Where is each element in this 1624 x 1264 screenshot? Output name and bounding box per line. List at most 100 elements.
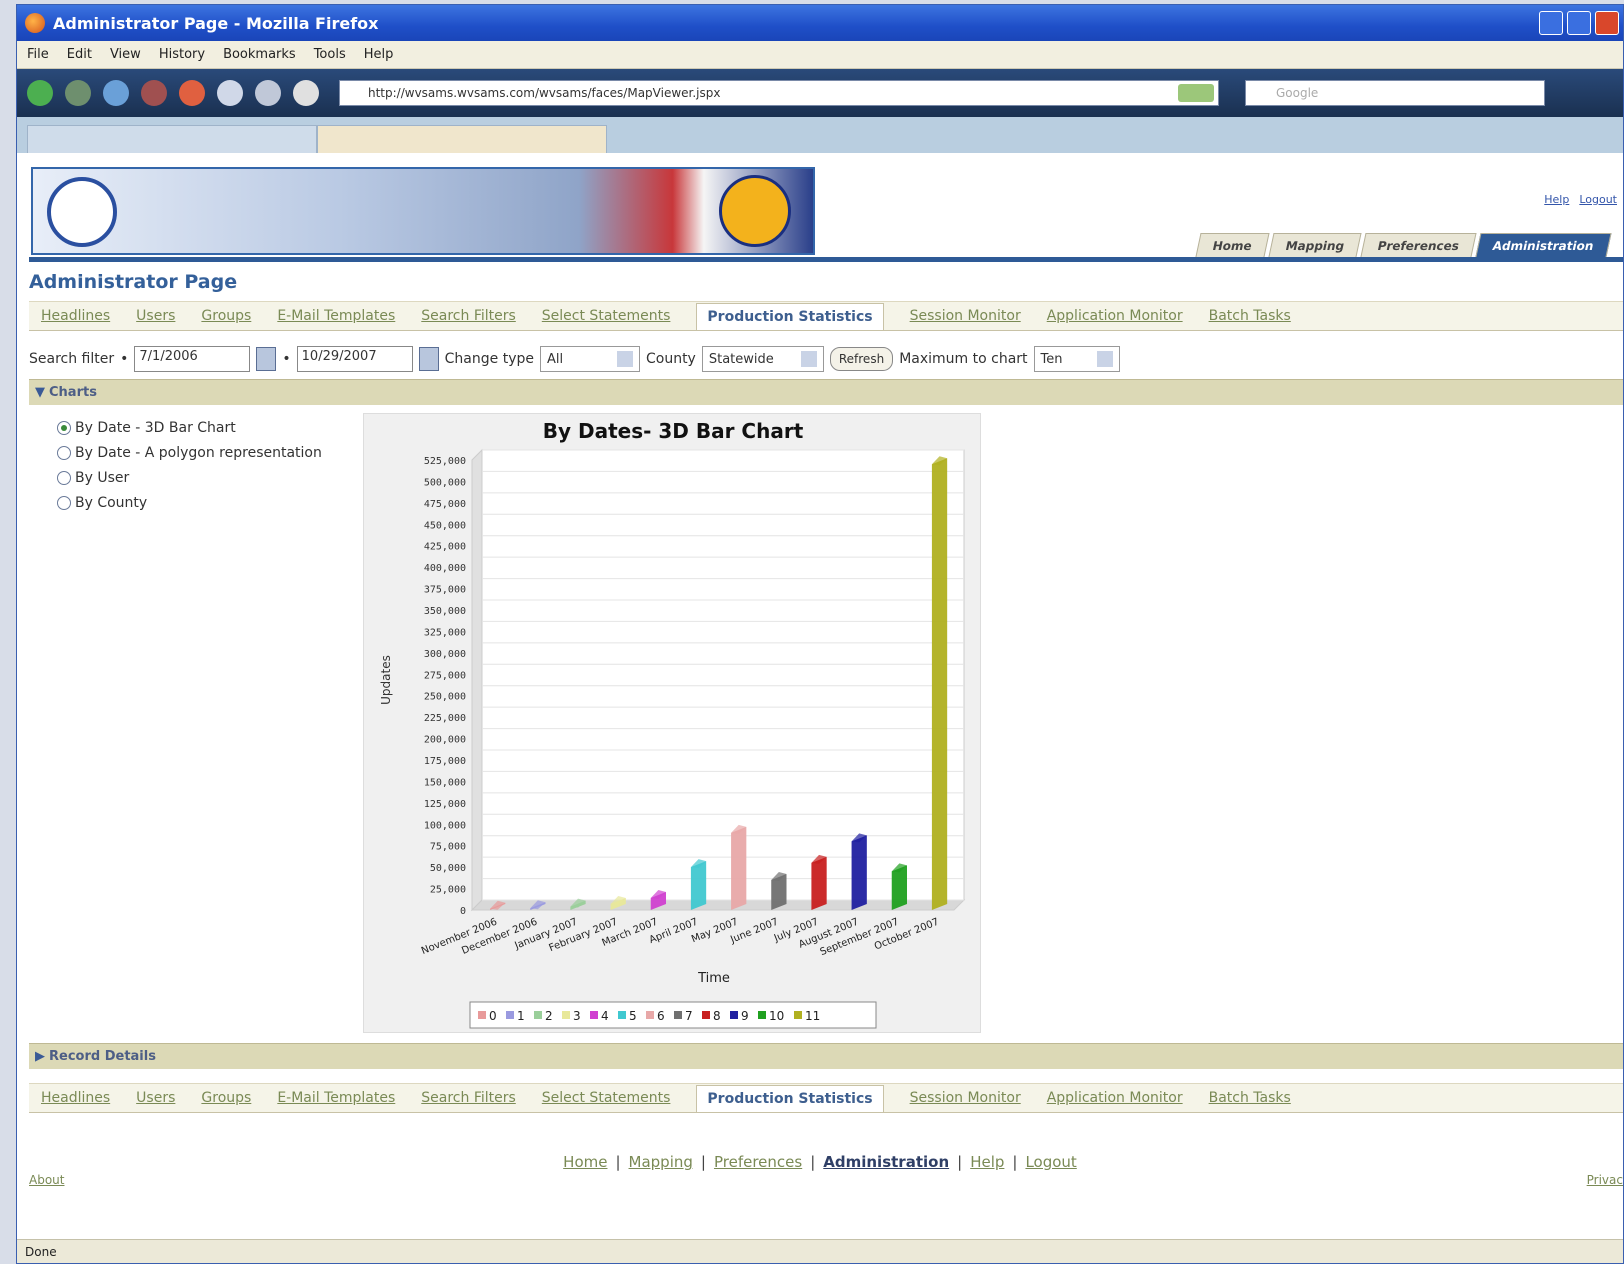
back-arrow-icon[interactable] <box>27 80 53 106</box>
chart-option[interactable]: By County <box>57 490 322 515</box>
y-tick-label: 200,000 <box>424 735 466 746</box>
subtab-batch-tasks[interactable]: Batch Tasks <box>1209 1090 1291 1106</box>
filter-row: Search filter • 7/1/2006 • 10/29/2007 Ch… <box>29 343 1120 375</box>
chart-panel: By Dates- 3D Bar Chart 0 25,000 50,000 75,00… <box>363 413 981 1033</box>
tab-mapping[interactable]: Mapping <box>1268 233 1362 257</box>
bar <box>690 861 707 910</box>
subtab-email-templates[interactable]: E-Mail Templates <box>277 1090 395 1106</box>
subtab-batch-tasks[interactable]: Batch Tasks <box>1209 308 1291 324</box>
y-tick-label: 450,000 <box>424 520 466 531</box>
menu-file[interactable]: File <box>27 47 49 62</box>
legend-label: 9 <box>741 1009 749 1023</box>
chart-option[interactable]: By User <box>57 465 322 490</box>
footer-preferences-link[interactable]: Preferences <box>714 1153 802 1171</box>
y-tick-label: 25,000 <box>430 885 466 896</box>
footer-administration-link[interactable]: Administration <box>823 1153 949 1171</box>
go-arrow-icon[interactable] <box>1178 84 1214 102</box>
subtab-application-monitor[interactable]: Application Monitor <box>1047 1090 1183 1106</box>
close-button[interactable] <box>1595 11 1619 35</box>
legend-swatch <box>618 1011 626 1019</box>
subtab-application-monitor[interactable]: Application Monitor <box>1047 308 1183 324</box>
tab-preferences[interactable]: Preferences <box>1360 233 1477 257</box>
subtab-session-monitor[interactable]: Session Monitor <box>910 1090 1021 1106</box>
record-details-section-header[interactable]: ▶ Record Details <box>29 1043 1623 1069</box>
web-page: Help Logout Home Mapping Preferences Adm… <box>17 153 1623 1239</box>
forward-arrow-icon[interactable] <box>65 80 91 106</box>
menu-tools[interactable]: Tools <box>314 47 346 62</box>
radio-button[interactable] <box>57 495 71 510</box>
subtab-groups[interactable]: Groups <box>201 308 251 324</box>
menu-history[interactable]: History <box>159 47 205 62</box>
privacy-link[interactable]: Privac <box>1587 1173 1623 1187</box>
subtab-email-templates[interactable]: E-Mail Templates <box>277 308 395 324</box>
y-tick-label: 375,000 <box>424 585 466 596</box>
y-tick-label: 525,000 <box>424 456 466 467</box>
maximize-button[interactable] <box>1567 11 1591 35</box>
radio-button[interactable] <box>57 470 71 485</box>
bar-chart: By Dates- 3D Bar Chart 0 25,000 50,000 75,00… <box>379 419 966 1029</box>
help-link[interactable]: Help <box>1544 193 1569 206</box>
legend-label: 3 <box>573 1009 581 1023</box>
footer-mapping-link[interactable]: Mapping <box>629 1153 693 1171</box>
county-select[interactable]: Statewide <box>701 346 824 372</box>
change-type-select[interactable]: All <box>539 346 640 372</box>
max-chart-select[interactable]: Ten <box>1033 346 1120 372</box>
tab-administration[interactable]: Administration <box>1475 233 1612 257</box>
charts-section-header[interactable]: ▼ Charts <box>29 379 1623 405</box>
refresh-button[interactable]: Refresh <box>829 347 894 371</box>
chart-option[interactable]: By Date - 3D Bar Chart <box>57 415 322 440</box>
calendar-icon[interactable] <box>418 347 439 371</box>
radio-button[interactable] <box>57 445 71 460</box>
menu-help[interactable]: Help <box>364 47 394 62</box>
subtab-production-statistics[interactable]: Production Statistics <box>696 1084 884 1112</box>
calendar-icon[interactable] <box>256 347 277 371</box>
browser-tab-1[interactable] <box>27 125 317 153</box>
menu-bookmarks[interactable]: Bookmarks <box>223 47 296 62</box>
home-icon[interactable] <box>179 80 205 106</box>
y-tick-label: 75,000 <box>430 842 466 853</box>
subtab-groups[interactable]: Groups <box>201 1090 251 1106</box>
about-link[interactable]: About <box>29 1173 64 1187</box>
chart-option[interactable]: By Date - A polygon representation <box>57 440 322 465</box>
reload-icon[interactable] <box>103 80 129 106</box>
radio-button[interactable] <box>57 420 71 435</box>
window-title: Administrator Page - Mozilla Firefox <box>53 13 379 33</box>
minimize-button[interactable] <box>1539 11 1563 35</box>
menu-edit[interactable]: Edit <box>67 47 92 62</box>
bookmark-icon[interactable] <box>217 80 243 106</box>
bar <box>731 826 747 910</box>
subtab-select-statements[interactable]: Select Statements <box>542 308 671 324</box>
subtab-search-filters[interactable]: Search Filters <box>421 308 516 324</box>
subtab-production-statistics[interactable]: Production Statistics <box>696 302 884 330</box>
tab-home[interactable]: Home <box>1195 233 1270 257</box>
admin-subtabs-bottom: Headlines Users Groups E-Mail Templates … <box>29 1083 1623 1113</box>
print-icon[interactable] <box>255 80 281 106</box>
state-seal-logo <box>47 177 117 247</box>
subtab-search-filters[interactable]: Search Filters <box>421 1090 516 1106</box>
subtab-users[interactable]: Users <box>136 308 175 324</box>
y-tick-label: 125,000 <box>424 799 466 810</box>
subtab-session-monitor[interactable]: Session Monitor <box>910 308 1021 324</box>
footer-help-link[interactable]: Help <box>970 1153 1004 1171</box>
menu-view[interactable]: View <box>110 47 141 62</box>
browser-tab-2[interactable] <box>317 125 607 153</box>
logout-link[interactable]: Logout <box>1579 193 1617 206</box>
from-date-field[interactable]: 7/1/2006 <box>134 346 251 372</box>
subtab-headlines[interactable]: Headlines <box>41 1090 110 1106</box>
legend-swatch <box>562 1011 570 1019</box>
to-date-field[interactable]: 10/29/2007 <box>296 346 413 372</box>
y-tick-label: 350,000 <box>424 606 466 617</box>
search-input[interactable]: Google <box>1245 80 1545 106</box>
history-icon[interactable] <box>293 80 319 106</box>
footer-home-link[interactable]: Home <box>563 1153 607 1171</box>
subtab-headlines[interactable]: Headlines <box>41 308 110 324</box>
address-bar[interactable]: http://wvsams.wvsams.com/wvsams/faces/Ma… <box>339 80 1219 106</box>
stop-icon[interactable] <box>141 80 167 106</box>
y-tick-label: 175,000 <box>424 756 466 767</box>
subtab-users[interactable]: Users <box>136 1090 175 1106</box>
legend-label: 4 <box>601 1009 609 1023</box>
subtab-select-statements[interactable]: Select Statements <box>542 1090 671 1106</box>
header-divider <box>29 257 1623 262</box>
legend-swatch <box>506 1011 514 1019</box>
footer-logout-link[interactable]: Logout <box>1025 1153 1076 1171</box>
